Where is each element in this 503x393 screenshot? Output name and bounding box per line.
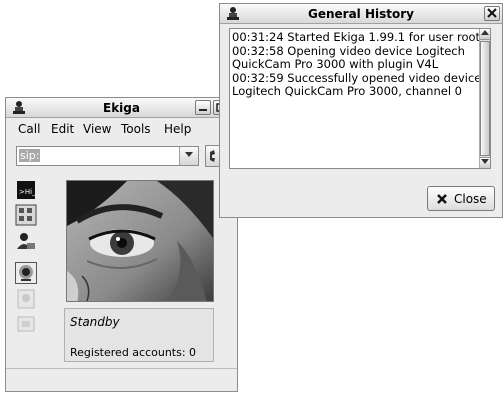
webcam-icon [19,265,33,281]
menu-edit[interactable]: Edit [51,122,74,136]
video-preview [66,180,214,302]
dialpad-button[interactable] [15,204,37,226]
chevron-down-icon [185,152,193,157]
menu-help[interactable]: Help [164,122,191,136]
text-chat-icon: >Hi_ [17,181,36,199]
status-bar [6,368,237,393]
svg-text:>Hi_: >Hi_ [19,188,36,196]
scroll-up-button[interactable] [480,29,490,40]
address-input[interactable]: sip: [19,149,41,162]
registered-accounts: Registered accounts: 0 [70,346,197,359]
history-scrollbar[interactable] [479,29,490,168]
history-titlebar[interactable]: General History [220,4,502,24]
video-settings-button[interactable] [15,313,37,335]
close-button-label: Close [454,192,487,206]
menu-call[interactable]: Call [18,122,40,136]
contacts-icon [17,233,35,249]
ekiga-window: Ekiga Call Edit View Tools Help sip: >Hi… [5,97,238,392]
phone-icon [210,150,215,162]
minimize-icon [199,109,207,111]
audio-settings-icon [17,289,35,309]
window-close-button[interactable] [484,6,500,21]
address-dropdown-button[interactable] [179,147,198,165]
history-log[interactable]: 00:31:24 Started Ekiga 1.99.1 for user r… [229,28,491,169]
close-icon [487,8,497,18]
minimize-button[interactable] [195,100,211,115]
address-combo[interactable]: sip: [16,146,199,166]
history-title: General History [308,7,414,21]
audio-settings-button[interactable] [15,288,37,310]
contacts-button[interactable] [15,231,37,253]
webcam-button[interactable] [15,262,37,284]
close-button[interactable]: Close [427,186,495,211]
text-chat-button[interactable]: >Hi_ [15,179,37,201]
status-text: Standby [70,315,120,329]
chevron-up-icon [481,30,489,35]
dialpad-icon [15,204,37,226]
ekiga-titlebar[interactable]: Ekiga [6,98,237,118]
call-button[interactable] [205,145,219,167]
chevron-down-icon [481,159,489,164]
video-settings-icon [17,316,35,332]
menu-tools[interactable]: Tools [121,122,151,136]
close-icon [437,194,447,204]
history-log-text: 00:31:24 Started Ekiga 1.99.1 for user r… [232,30,482,98]
ekiga-menubar: Call Edit View Tools Help [6,119,237,141]
status-panel: Standby Registered accounts: 0 [64,308,214,362]
scroll-down-button[interactable] [480,157,490,168]
scrollbar-thumb[interactable] [480,41,490,156]
history-window: General History 00:31:24 Started Ekiga 1… [219,3,503,218]
menu-view[interactable]: View [83,122,111,136]
webcam-image [67,181,213,301]
